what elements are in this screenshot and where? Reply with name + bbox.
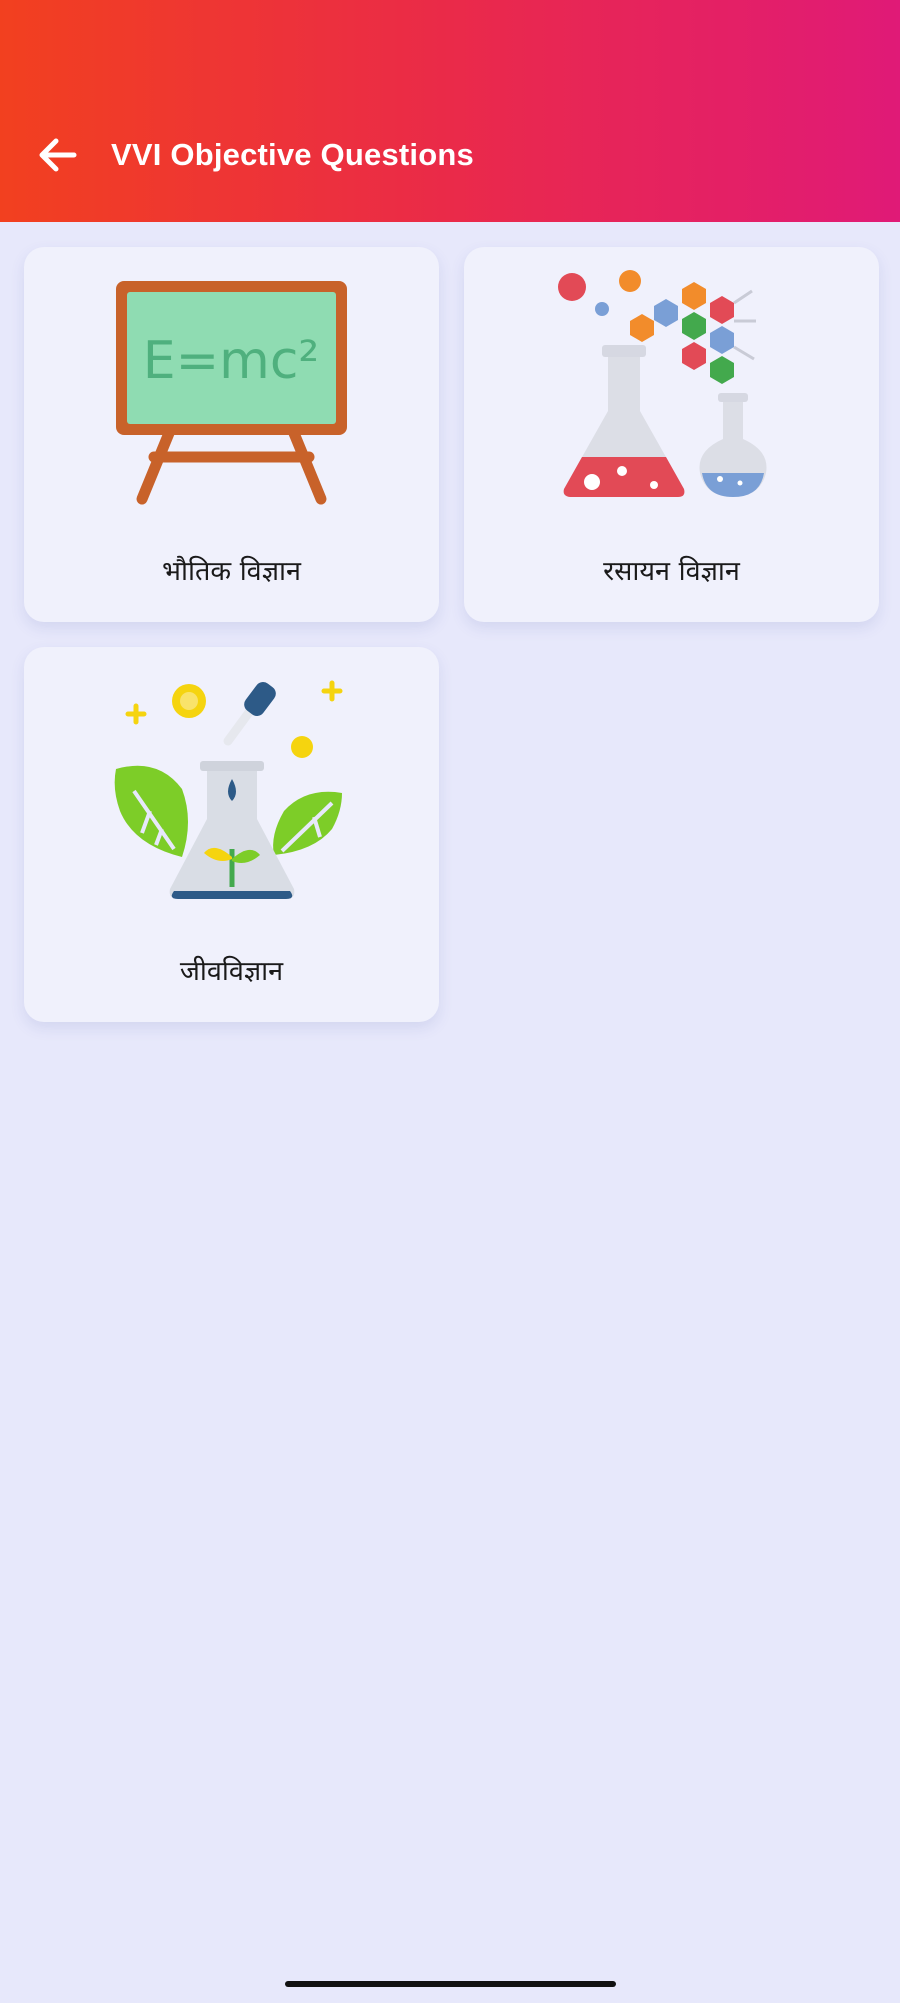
subject-label-biology: जीवविज्ञान <box>179 956 284 987</box>
chemistry-flask-icon <box>558 270 767 497</box>
biology-plant-flask-icon <box>114 680 343 899</box>
board-text: E=mc² <box>143 331 320 391</box>
arrow-left-icon <box>39 138 77 172</box>
subject-card-chemistry[interactable]: रसायन विज्ञान <box>464 247 879 622</box>
subject-label-chemistry: रसायन विज्ञान <box>603 556 740 587</box>
page-title: VVI Objective Questions <box>111 137 474 172</box>
subject-label-physics: भौतिक विज्ञान <box>162 556 301 587</box>
app-bar: VVI Objective Questions <box>0 0 900 222</box>
subject-card-physics[interactable]: E=mc² भौतिक विज्ञान <box>24 247 439 622</box>
gesture-nav-handle[interactable] <box>285 1981 616 1987</box>
subject-card-biology[interactable]: जीवविज्ञान <box>24 647 439 1022</box>
physics-blackboard-icon: E=mc² <box>116 281 347 505</box>
back-button[interactable] <box>22 122 94 188</box>
